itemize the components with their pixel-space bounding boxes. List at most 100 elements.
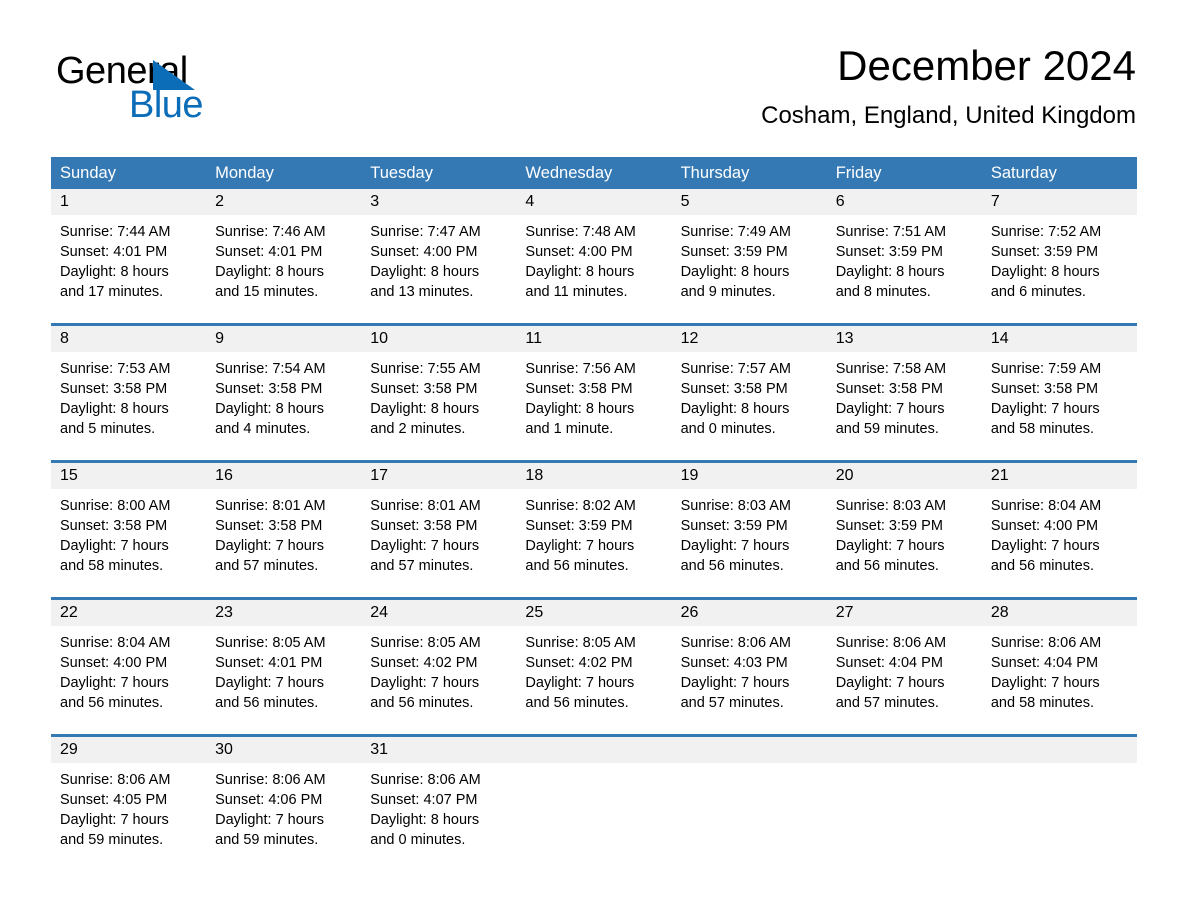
day-number: 15 bbox=[51, 463, 207, 489]
sunset-text: Sunset: 3:59 PM bbox=[680, 244, 788, 260]
sunrise-text: Sunrise: 8:01 AM bbox=[370, 498, 481, 514]
day-number: 2 bbox=[206, 189, 362, 215]
sunrise-text: Sunrise: 7:58 AM bbox=[835, 361, 947, 377]
day-info: Sunrise: 8:01 AM Sunset: 3:58 PM Dayligh… bbox=[361, 489, 516, 576]
day-info: Sunrise: 7:53 AM Sunset: 3:58 PM Dayligh… bbox=[51, 352, 206, 439]
sunrise-text: Sunrise: 8:06 AM bbox=[835, 635, 947, 651]
day-info: Sunrise: 8:02 AM Sunset: 3:59 PM Dayligh… bbox=[516, 489, 671, 576]
day-cell[interactable]: 17 Sunrise: 8:01 AM Sunset: 3:58 PM Dayl… bbox=[361, 463, 517, 585]
sunrise-text: Sunrise: 7:55 AM bbox=[370, 361, 481, 377]
day-info: Sunrise: 8:03 AM Sunset: 3:59 PM Dayligh… bbox=[672, 489, 827, 576]
sunrise-text: Sunrise: 7:48 AM bbox=[525, 224, 636, 240]
daylight-text-line1: Daylight: 7 hours bbox=[990, 675, 1100, 691]
day-cell[interactable]: 23 Sunrise: 8:05 AM Sunset: 4:01 PM Dayl… bbox=[206, 600, 362, 722]
daylight-text-line1: Daylight: 7 hours bbox=[990, 401, 1100, 417]
daylight-text-line1: Daylight: 7 hours bbox=[990, 538, 1100, 554]
sunset-text: Sunset: 3:58 PM bbox=[60, 381, 168, 397]
daylight-text-line2: and 15 minutes. bbox=[215, 284, 319, 300]
day-cell[interactable]: 28 Sunrise: 8:06 AM Sunset: 4:04 PM Dayl… bbox=[981, 600, 1137, 722]
day-cell[interactable]: 13 Sunrise: 7:58 AM Sunset: 3:58 PM Dayl… bbox=[826, 326, 982, 448]
day-cell[interactable]: 31 Sunrise: 8:06 AM Sunset: 4:07 PM Dayl… bbox=[361, 737, 517, 859]
sunset-text: Sunset: 3:59 PM bbox=[525, 518, 633, 534]
day-cell[interactable]: 18 Sunrise: 8:02 AM Sunset: 3:59 PM Dayl… bbox=[516, 463, 672, 585]
day-info: Sunrise: 7:54 AM Sunset: 3:58 PM Dayligh… bbox=[206, 352, 361, 439]
generalblue-logo[interactable]: General Blue bbox=[56, 52, 276, 126]
weekday-wednesday: Wednesday bbox=[525, 164, 613, 182]
day-cell[interactable]: 20 Sunrise: 8:03 AM Sunset: 3:59 PM Dayl… bbox=[826, 463, 982, 585]
day-number: 27 bbox=[826, 600, 982, 626]
daylight-text-line2: and 58 minutes. bbox=[990, 421, 1095, 437]
sunrise-text: Sunrise: 8:02 AM bbox=[525, 498, 636, 514]
day-number: 12 bbox=[671, 326, 827, 352]
daylight-text-line1: Daylight: 8 hours bbox=[680, 264, 790, 280]
sunrise-text: Sunrise: 8:06 AM bbox=[370, 772, 481, 788]
day-info: Sunrise: 8:06 AM Sunset: 4:04 PM Dayligh… bbox=[982, 626, 1137, 713]
day-cell[interactable]: 3 Sunrise: 7:47 AM Sunset: 4:00 PM Dayli… bbox=[361, 189, 517, 311]
day-cell[interactable]: 10 Sunrise: 7:55 AM Sunset: 3:58 PM Dayl… bbox=[361, 326, 517, 448]
day-cell[interactable]: 11 Sunrise: 7:56 AM Sunset: 3:58 PM Dayl… bbox=[516, 326, 672, 448]
day-cell[interactable]: 7 Sunrise: 7:52 AM Sunset: 3:59 PM Dayli… bbox=[981, 189, 1137, 311]
day-cell[interactable]: 8 Sunrise: 7:53 AM Sunset: 3:58 PM Dayli… bbox=[51, 326, 207, 448]
sunrise-text: Sunrise: 8:05 AM bbox=[370, 635, 481, 651]
sunrise-text: Sunrise: 7:49 AM bbox=[680, 224, 791, 240]
day-info: Sunrise: 7:58 AM Sunset: 3:58 PM Dayligh… bbox=[827, 352, 982, 439]
day-number bbox=[516, 737, 672, 763]
day-info: Sunrise: 7:59 AM Sunset: 3:58 PM Dayligh… bbox=[982, 352, 1137, 439]
daylight-text-line1: Daylight: 8 hours bbox=[60, 401, 169, 417]
day-cell[interactable]: 22 Sunrise: 8:04 AM Sunset: 4:00 PM Dayl… bbox=[51, 600, 207, 722]
daylight-text-line1: Daylight: 7 hours bbox=[215, 675, 324, 691]
day-info: Sunrise: 8:05 AM Sunset: 4:01 PM Dayligh… bbox=[206, 626, 361, 713]
day-cell[interactable]: 4 Sunrise: 7:48 AM Sunset: 4:00 PM Dayli… bbox=[516, 189, 672, 311]
daylight-text-line1: Daylight: 7 hours bbox=[60, 812, 169, 828]
day-cell[interactable]: 6 Sunrise: 7:51 AM Sunset: 3:59 PM Dayli… bbox=[826, 189, 982, 311]
day-cell[interactable]: 5 Sunrise: 7:49 AM Sunset: 3:59 PM Dayli… bbox=[671, 189, 827, 311]
day-cell[interactable]: 19 Sunrise: 8:03 AM Sunset: 3:59 PM Dayl… bbox=[671, 463, 827, 585]
day-number: 23 bbox=[206, 600, 362, 626]
sunset-text: Sunset: 3:58 PM bbox=[990, 381, 1099, 397]
day-number: 5 bbox=[671, 189, 827, 215]
daylight-text-line1: Daylight: 7 hours bbox=[60, 675, 169, 691]
sunset-text: Sunset: 3:58 PM bbox=[370, 381, 478, 397]
day-info: Sunrise: 8:06 AM Sunset: 4:03 PM Dayligh… bbox=[672, 626, 827, 713]
day-cell[interactable]: 27 Sunrise: 8:06 AM Sunset: 4:04 PM Dayl… bbox=[826, 600, 982, 722]
day-cell[interactable]: 16 Sunrise: 8:01 AM Sunset: 3:58 PM Dayl… bbox=[206, 463, 362, 585]
day-info: Sunrise: 7:49 AM Sunset: 3:59 PM Dayligh… bbox=[672, 215, 827, 302]
day-cell[interactable]: 21 Sunrise: 8:04 AM Sunset: 4:00 PM Dayl… bbox=[981, 463, 1137, 585]
sunset-text: Sunset: 4:00 PM bbox=[990, 518, 1099, 534]
sunset-text: Sunset: 3:58 PM bbox=[680, 381, 788, 397]
day-cell[interactable]: 29 Sunrise: 8:06 AM Sunset: 4:05 PM Dayl… bbox=[51, 737, 207, 859]
day-info: Sunrise: 8:01 AM Sunset: 3:58 PM Dayligh… bbox=[206, 489, 361, 576]
day-cell[interactable]: 2 Sunrise: 7:46 AM Sunset: 4:01 PM Dayli… bbox=[206, 189, 362, 311]
sunset-text: Sunset: 4:02 PM bbox=[525, 655, 633, 671]
day-cell[interactable]: 12 Sunrise: 7:57 AM Sunset: 3:58 PM Dayl… bbox=[671, 326, 827, 448]
sunset-text: Sunset: 4:03 PM bbox=[680, 655, 788, 671]
day-cell[interactable]: 26 Sunrise: 8:06 AM Sunset: 4:03 PM Dayl… bbox=[671, 600, 827, 722]
daylight-text-line2: and 56 minutes. bbox=[990, 558, 1095, 574]
day-cell[interactable]: 14 Sunrise: 7:59 AM Sunset: 3:58 PM Dayl… bbox=[981, 326, 1137, 448]
day-cell[interactable]: 25 Sunrise: 8:05 AM Sunset: 4:02 PM Dayl… bbox=[516, 600, 672, 722]
day-cell-empty bbox=[671, 737, 827, 859]
day-cell[interactable]: 30 Sunrise: 8:06 AM Sunset: 4:06 PM Dayl… bbox=[206, 737, 362, 859]
day-cell[interactable]: 24 Sunrise: 8:05 AM Sunset: 4:02 PM Dayl… bbox=[361, 600, 517, 722]
day-cell[interactable]: 15 Sunrise: 8:00 AM Sunset: 3:58 PM Dayl… bbox=[51, 463, 207, 585]
daylight-text-line1: Daylight: 8 hours bbox=[525, 401, 635, 417]
day-cell[interactable]: 1 Sunrise: 7:44 AM Sunset: 4:01 PM Dayli… bbox=[51, 189, 207, 311]
day-info: Sunrise: 8:06 AM Sunset: 4:04 PM Dayligh… bbox=[827, 626, 982, 713]
logo-text-blue: Blue bbox=[129, 84, 204, 126]
day-number: 18 bbox=[516, 463, 672, 489]
sunset-text: Sunset: 4:06 PM bbox=[215, 792, 323, 808]
sunrise-text: Sunrise: 7:51 AM bbox=[835, 224, 947, 240]
daylight-text-line2: and 57 minutes. bbox=[215, 558, 319, 574]
day-number: 30 bbox=[206, 737, 362, 763]
sunrise-text: Sunrise: 8:03 AM bbox=[680, 498, 791, 514]
daylight-text-line2: and 13 minutes. bbox=[370, 284, 474, 300]
sunrise-text: Sunrise: 8:03 AM bbox=[835, 498, 947, 514]
daylight-text-line1: Daylight: 7 hours bbox=[835, 675, 945, 691]
day-number: 19 bbox=[671, 463, 827, 489]
day-cell[interactable]: 9 Sunrise: 7:54 AM Sunset: 3:58 PM Dayli… bbox=[206, 326, 362, 448]
day-number: 24 bbox=[361, 600, 517, 626]
daylight-text-line2: and 9 minutes. bbox=[680, 284, 776, 300]
daylight-text-line2: and 4 minutes. bbox=[215, 421, 311, 437]
sunset-text: Sunset: 4:01 PM bbox=[60, 244, 168, 260]
week-row: 22 Sunrise: 8:04 AM Sunset: 4:00 PM Dayl… bbox=[51, 597, 1137, 722]
